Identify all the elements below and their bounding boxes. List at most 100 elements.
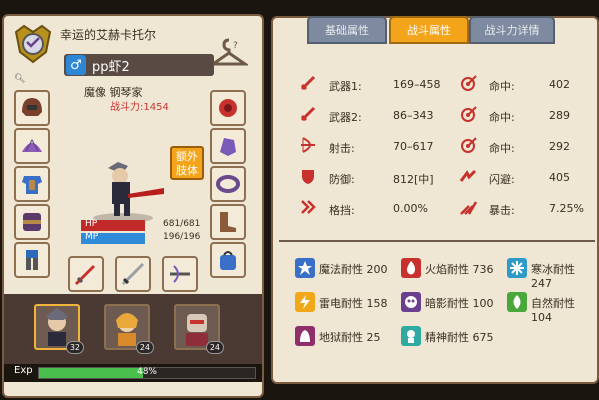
section-divider — [279, 240, 595, 242]
pet-slot-1[interactable]: 32 — [34, 304, 84, 354]
stat-label: 命中: — [489, 80, 515, 93]
stat-value: 7.25% — [549, 202, 584, 215]
shell-icon — [22, 138, 42, 152]
shadow-icon — [401, 292, 421, 312]
wardrobe-hanger-icon[interactable]: ? — [210, 34, 248, 70]
amulet-icon — [219, 99, 237, 117]
hp-bar: HP 681/681 — [81, 219, 205, 231]
resistance-label: 自然耐性 104 — [531, 297, 575, 324]
target-icon — [461, 75, 477, 91]
resistance-label: 暗影耐性 100 — [425, 297, 494, 310]
pet-slot-2[interactable]: 24 — [104, 304, 154, 354]
legs-icon — [26, 250, 38, 270]
resistance-label: 寒冰耐性 247 — [531, 263, 575, 290]
resistance-label: 魔法耐性 200 — [319, 263, 388, 276]
stat-value: 812[中] — [393, 173, 434, 186]
vitals: HP 681/681 MP 196/196 — [81, 219, 205, 246]
tab-basic-stats[interactable]: 基础属性 — [307, 16, 387, 44]
stat-value: 86–343 — [393, 109, 434, 122]
equip-slot-legs[interactable] — [14, 242, 50, 278]
stat-label: 命中: — [489, 111, 515, 124]
power-value: 战斗力:1454 — [110, 102, 169, 113]
boots-icon — [220, 212, 236, 232]
stat-label: 射击: — [329, 142, 355, 155]
equip-slot-boots[interactable] — [210, 204, 246, 240]
equip-slot-weapon2[interactable] — [115, 256, 151, 292]
crit-icon — [460, 201, 477, 215]
hp-value: 681/681 — [163, 219, 201, 229]
sword-icon — [300, 106, 316, 122]
equip-slot-belt[interactable] — [14, 204, 50, 240]
crossbow-icon — [170, 265, 190, 283]
target-icon — [461, 106, 477, 122]
pet-strip: 32 24 24 — [4, 294, 262, 364]
stat-label: 武器1: — [329, 80, 362, 93]
equip-slot-shoulder[interactable] — [14, 128, 50, 164]
equip-slot-amulet[interactable] — [210, 90, 246, 126]
stat-value: 169–458 — [393, 78, 441, 91]
magic-icon — [295, 258, 315, 278]
stat-label: 武器2: — [329, 111, 362, 124]
hp-label: HP — [85, 219, 98, 229]
stat-value: 292 — [549, 140, 570, 153]
stat-label: 防御: — [329, 173, 355, 186]
equip-slot-weapon1[interactable] — [68, 256, 104, 292]
mp-label: MP — [85, 232, 99, 242]
target-icon — [461, 137, 477, 153]
stat-value: 70–617 — [393, 140, 434, 153]
equip-slot-ring[interactable] — [210, 166, 246, 202]
mp-bar: MP 196/196 — [81, 232, 205, 244]
equip-slot-chest[interactable] — [14, 166, 50, 202]
gauntlet-icon — [220, 138, 236, 156]
pet-level: 24 — [205, 341, 224, 354]
name-banner: ♂ pp虾2 — [64, 54, 214, 76]
equip-slot-gloves[interactable] — [210, 128, 246, 164]
stats-panel: 基础属性 战斗属性 战斗力详情 武器1: 169–458 命中: 402 武器2: 86–… — [271, 16, 599, 384]
pet-slot-3[interactable]: 24 — [174, 304, 224, 354]
exp-label: Exp — [14, 365, 33, 376]
resistance-label: 地狱耐性 25 — [319, 331, 381, 344]
resistance-label: 雷电耐性 158 — [319, 297, 388, 310]
resistance-label: 精神耐性 675 — [425, 331, 494, 344]
equip-slot-helmet[interactable] — [14, 90, 50, 126]
pet-level: 32 — [65, 341, 84, 354]
tab-combat-stats[interactable]: 战斗属性 — [389, 16, 469, 44]
lightning-icon — [295, 292, 315, 312]
gender-male-icon: ♂ — [66, 55, 86, 75]
hero-avatar — [93, 162, 164, 223]
helmet-icon — [22, 98, 42, 116]
block-icon — [301, 200, 316, 214]
sword-icon — [300, 75, 316, 91]
stat-label: 闪避: — [489, 173, 515, 186]
weapon-sword-icon — [74, 264, 96, 286]
stat-label: 命中: — [489, 142, 515, 155]
armor-icon — [22, 176, 42, 194]
character-title: 幸运的艾赫卡托尔 — [60, 28, 157, 42]
equip-slot-bag[interactable] — [210, 242, 246, 278]
resistance-label: 火焰耐性 736 — [425, 263, 494, 276]
bow-icon — [301, 137, 315, 153]
character-panel: 幸运的艾赫卡托尔 ? ♂ pp虾2 🔍︎ 魔像 钢琴家 战斗力:1454 额外 … — [2, 14, 264, 398]
stat-value: 0.00% — [393, 202, 428, 215]
ice-icon — [507, 258, 527, 278]
mp-value: 196/196 — [163, 232, 201, 242]
tab-power-details[interactable]: 战斗力详情 — [469, 16, 555, 44]
stat-value: 405 — [549, 171, 570, 184]
extra-limb-button[interactable]: 额外 肢体 — [170, 146, 204, 180]
vest-icon — [23, 213, 41, 231]
inspect-icon[interactable]: 🔍︎ — [14, 74, 25, 84]
stat-value: 402 — [549, 78, 570, 91]
shield-icon — [302, 170, 314, 184]
stat-value: 289 — [549, 109, 570, 122]
fire-icon — [401, 258, 421, 278]
dodge-icon — [459, 169, 477, 182]
stat-label: 格挡: — [329, 204, 355, 217]
hell-icon — [295, 326, 315, 346]
equip-slot-ranged[interactable] — [162, 256, 198, 292]
bracelet-icon — [216, 175, 240, 193]
character-name: pp虾2 — [92, 59, 130, 75]
pet-level: 24 — [135, 341, 154, 354]
exp-track: 48% — [38, 367, 256, 379]
exp-percent: 48% — [136, 367, 157, 377]
spirit-icon — [401, 326, 421, 346]
